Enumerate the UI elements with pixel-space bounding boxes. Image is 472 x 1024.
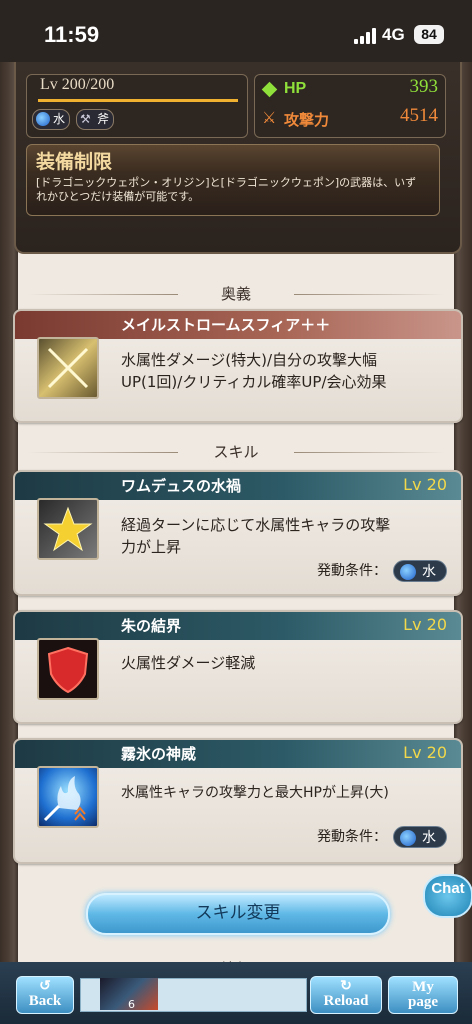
skill-card-2: 朱の結界 Lv 20 火属性ダメージ軽減 — [13, 610, 463, 724]
skill-desc-1: 経過ターンに応じて水属性キャラの攻撃 — [121, 516, 391, 534]
skill-name: 霧氷の神威 — [121, 745, 197, 763]
skill-change-button[interactable]: スキル変更 — [86, 893, 390, 935]
restriction-title: 装備制限 — [36, 151, 113, 173]
frost-flame-icon — [37, 766, 99, 828]
weapon-type-tag: ⚒ 斧 — [76, 109, 115, 130]
skill-desc-1: 水属性キャラの攻撃力と最大HPが上昇(大) — [121, 785, 389, 801]
skill-name: ワムデュスの水禍 — [121, 477, 242, 495]
level-bar — [38, 99, 238, 102]
party-thumbnail-number: 6 — [128, 998, 135, 1011]
condition-element-label: 水 — [422, 564, 436, 580]
skill-desc-1: 火属性ダメージ軽減 — [121, 654, 256, 672]
status-bar: 11:59 4G 84 — [0, 0, 472, 62]
back-button[interactable]: ↺ Back — [16, 976, 74, 1014]
element-tag: 水 — [32, 109, 71, 130]
reload-label: Reload — [323, 993, 369, 1009]
chat-button[interactable]: Chat — [423, 874, 472, 918]
skill-level: Lv 20 — [403, 475, 447, 494]
attack-label: 攻撃力 — [284, 111, 330, 129]
skill-card-3: 霧氷の神威 Lv 20 水属性キャラの攻撃力と最大HPが上昇(大) 発動条件： 水 — [13, 738, 463, 864]
water-element-icon — [400, 830, 416, 846]
water-element-icon — [400, 564, 416, 580]
reload-button[interactable]: ↻ Reload — [310, 976, 382, 1014]
star-icon — [37, 498, 99, 560]
battery-icon: 84 — [414, 25, 444, 44]
mypage-label-top: My — [412, 979, 434, 995]
status-time: 11:59 — [44, 22, 100, 47]
ougi-desc-1: 水属性ダメージ(特大)/自分の攻撃大幅 — [121, 351, 378, 369]
ougi-card-header: メイルストロームスフィア＋＋ — [15, 311, 461, 339]
back-arrow-icon: ↺ — [39, 979, 51, 994]
ougi-desc-2: UP(1回)/クリティカル確率UP/会心効果 — [121, 373, 387, 391]
sword-icon: ⚔ — [262, 108, 277, 127]
skill-card-header: 朱の結界 Lv 20 — [15, 612, 461, 640]
water-element-icon — [36, 112, 50, 126]
mypage-label-bottom: page — [408, 994, 438, 1010]
skill-name: 朱の結界 — [121, 617, 182, 635]
weapon-level: Lv 200/200 — [40, 76, 115, 93]
attack-value: 4514 — [400, 105, 438, 126]
back-label: Back — [28, 993, 62, 1009]
axe-icon: ⚒ — [80, 112, 91, 126]
condition-element-tag: 水 — [393, 826, 447, 848]
condition-element-label: 水 — [422, 830, 436, 846]
ougi-card: メイルストロームスフィア＋＋ 水属性ダメージ(特大)/自分の攻撃大幅 UP(1回… — [13, 309, 463, 423]
skill-level: Lv 20 — [403, 615, 447, 634]
skill-header: スキル — [18, 441, 454, 465]
condition-label: 発動条件： — [317, 829, 387, 845]
mypage-button[interactable]: My page — [388, 976, 458, 1014]
skill-card-header: ワムデュスの水禍 Lv 20 — [15, 472, 461, 500]
network-label: 4G — [382, 25, 405, 44]
activation-condition: 発動条件： 水 — [317, 560, 447, 582]
ougi-header: 奥義 — [18, 283, 454, 307]
shield-icon — [37, 638, 99, 700]
condition-element-tag: 水 — [393, 560, 447, 582]
skill-desc-2: 力が上昇 — [121, 538, 182, 556]
reload-icon: ↻ — [340, 979, 352, 994]
hp-label: HP — [284, 80, 307, 97]
skill-card-header: 霧氷の神威 Lv 20 — [15, 740, 461, 768]
ougi-name: メイルストロームスフィア＋＋ — [121, 316, 331, 334]
activation-condition: 発動条件： 水 — [317, 826, 447, 848]
weapon-type-label: 斧 — [97, 112, 110, 126]
element-tag-label: 水 — [53, 112, 66, 126]
restriction-text: [ドラゴニックウェポン・オリジン]と[ドラゴニックウェポン]の武器は、いずれかひ… — [36, 176, 417, 203]
skill-level: Lv 20 — [403, 743, 447, 762]
hp-value: 393 — [409, 76, 439, 97]
skill-card-1: ワムデュスの水禍 Lv 20 経過ターンに応じて水属性キャラの攻撃 力が上昇 発… — [13, 470, 463, 596]
chat-label: Chat — [431, 880, 465, 897]
crossed-swords-icon — [37, 337, 99, 399]
condition-label: 発動条件： — [317, 563, 387, 579]
signal-icon — [354, 28, 376, 44]
